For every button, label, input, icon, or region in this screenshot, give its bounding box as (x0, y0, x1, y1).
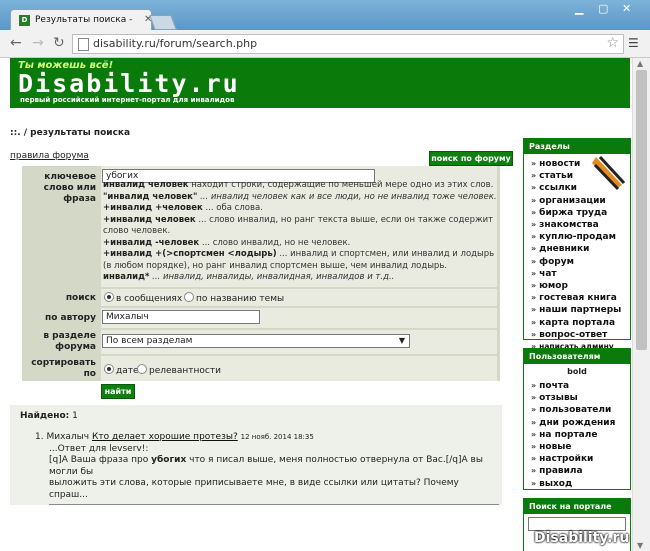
sidebar-item-market[interactable]: » куплю-продам (524, 231, 630, 243)
vertical-scrollbar[interactable]: ▲ ▼ (632, 58, 650, 551)
find-button[interactable]: найти (101, 384, 135, 399)
scroll-down-icon[interactable]: ▼ (637, 541, 643, 550)
tab-title: Результаты поиска - Disa (35, 15, 135, 25)
sidebar-item-organizations[interactable]: » организации (524, 195, 630, 207)
browser-window: D Результаты поиска - Disa ✕ ▁ ▢ ✕ ← → ↻… (0, 0, 650, 551)
search-syntax-help: инвалид человек находит строки, содержащ… (103, 180, 497, 282)
sidebar-item-partners[interactable]: » наши партнеры (524, 304, 630, 316)
tab-bar: D Результаты поиска - Disa ✕ ▁ ▢ ✕ (0, 0, 650, 31)
sidebar-item-reviews[interactable]: » отзывы (524, 392, 630, 404)
result-date: 12 нояб. 2014 18:35 (240, 433, 314, 441)
page-icon (78, 38, 89, 51)
sections-box: Разделы » новости » статьи » ссылки » органи… (523, 138, 631, 351)
watermark: Disability.ru (534, 530, 630, 546)
search-in-messages-radio[interactable]: в сообщениях (104, 292, 182, 304)
sidebar-item-users[interactable]: » пользователи (524, 404, 630, 416)
sidebar-item-guestbook[interactable]: » гостевая книга (524, 292, 630, 304)
sections-title: Разделы (524, 139, 630, 154)
sidebar-item-sitemap[interactable]: » карта портала (524, 317, 630, 329)
user-name: bold (567, 367, 587, 376)
favicon-icon: D (19, 15, 30, 26)
result-item: 1. Михалыч Кто делает хорошие протезы? 1… (35, 432, 499, 505)
sidebar-item-settings[interactable]: » настройки (524, 453, 630, 465)
result-topic-link[interactable]: Кто делает хорошие протезы? (92, 432, 238, 442)
forum-rules-link[interactable]: правила форума (10, 151, 89, 161)
forum-search-button[interactable]: поиск по форуму (429, 151, 513, 166)
new-tab-button[interactable] (149, 15, 177, 30)
keyword-label: ключевое слово или фраза (43, 172, 96, 204)
sidebar-item-birthdays[interactable]: » дни рождения (524, 417, 630, 429)
sidebar-item-jobs[interactable]: » биржа труда (524, 207, 630, 219)
sidebar-item-online[interactable]: » на портале (524, 429, 630, 441)
sidebar-item-logout[interactable]: » выход (524, 478, 630, 490)
section-select[interactable]: По всем разделам ▼ (102, 334, 410, 348)
menu-icon[interactable]: ☰ (628, 36, 639, 50)
scroll-up-icon[interactable]: ▲ (637, 59, 643, 68)
sidebar-item-rules[interactable]: » правила (524, 465, 630, 477)
minimize-icon[interactable]: ▁ (575, 2, 583, 15)
sidebar-item-dating[interactable]: » знакомства (524, 219, 630, 231)
breadcrumb: ::. / результаты поиска (10, 128, 131, 138)
sort-by-relevance-radio[interactable]: релевантности (137, 364, 221, 376)
sidebar-item-mail[interactable]: » почта (524, 380, 630, 392)
forward-icon[interactable]: → (32, 35, 44, 51)
users-box: Пользователям bold » почта » отзывы » польз… (523, 348, 631, 490)
sidebar-item-forum[interactable]: » форум (524, 256, 630, 268)
users-title: Пользователям (524, 349, 630, 364)
author-input[interactable]: Михалыч (102, 310, 260, 324)
sidebar-item-faq[interactable]: » вопрос-ответ (524, 329, 630, 341)
search-in-cell: в сообщениях по названию темы (101, 289, 497, 306)
reload-icon[interactable]: ↻ (53, 35, 65, 51)
close-window-icon[interactable]: ✕ (622, 2, 631, 15)
sidebar-item-new[interactable]: » новые (524, 441, 630, 453)
dropdown-arrow-icon: ▼ (398, 336, 405, 345)
result-divider (49, 504, 499, 505)
search-form: ключевое слово или фраза убогих инвалид че… (22, 166, 500, 381)
back-icon[interactable]: ← (10, 35, 22, 51)
url-text: disability.ru/forum/search.php (93, 37, 258, 50)
search-results: Найдено: 1 1. Михалыч Кто делает хорошие… (10, 405, 502, 505)
section-label: в разделе форума (43, 331, 96, 352)
sort-cell: дате релевантности (101, 356, 497, 381)
found-count: Найдено: 1 (20, 411, 78, 421)
page-viewport: Ты можешь всё! Disability.ru первый росс… (0, 58, 632, 551)
site-tagline: первый российский интернет-портал для ин… (20, 96, 235, 104)
sort-label: сортировать по (31, 358, 96, 379)
address-bar[interactable]: disability.ru/forum/search.php ☆ (72, 34, 624, 54)
site-logo[interactable]: Disability.ru (18, 69, 240, 98)
maximize-icon[interactable]: ▢ (598, 2, 608, 15)
sidebar-item-humor[interactable]: » юмор (524, 280, 630, 292)
bookmark-star-icon[interactable]: ☆ (606, 35, 619, 51)
author-label: по автору (44, 313, 96, 323)
sort-by-date-radio[interactable]: дате (104, 364, 139, 376)
tab-search-results[interactable]: D Результаты поиска - Disa ✕ (10, 9, 152, 31)
portal-search-input[interactable] (528, 517, 626, 531)
search-in-label: поиск (65, 293, 96, 303)
portal-search-title: Поиск на портале (524, 499, 630, 514)
sidebar-item-chat[interactable]: » чат (524, 268, 630, 280)
scroll-thumb[interactable] (636, 70, 647, 350)
ribbon-icon (592, 155, 626, 191)
browser-toolbar: ← → ↻ disability.ru/forum/search.php ☆ ☰ (0, 30, 650, 58)
site-header: Ты можешь всё! Disability.ru первый росс… (10, 58, 630, 108)
search-in-titles-radio[interactable]: по названию темы (184, 292, 284, 304)
sidebar-item-diaries[interactable]: » дневники (524, 243, 630, 255)
